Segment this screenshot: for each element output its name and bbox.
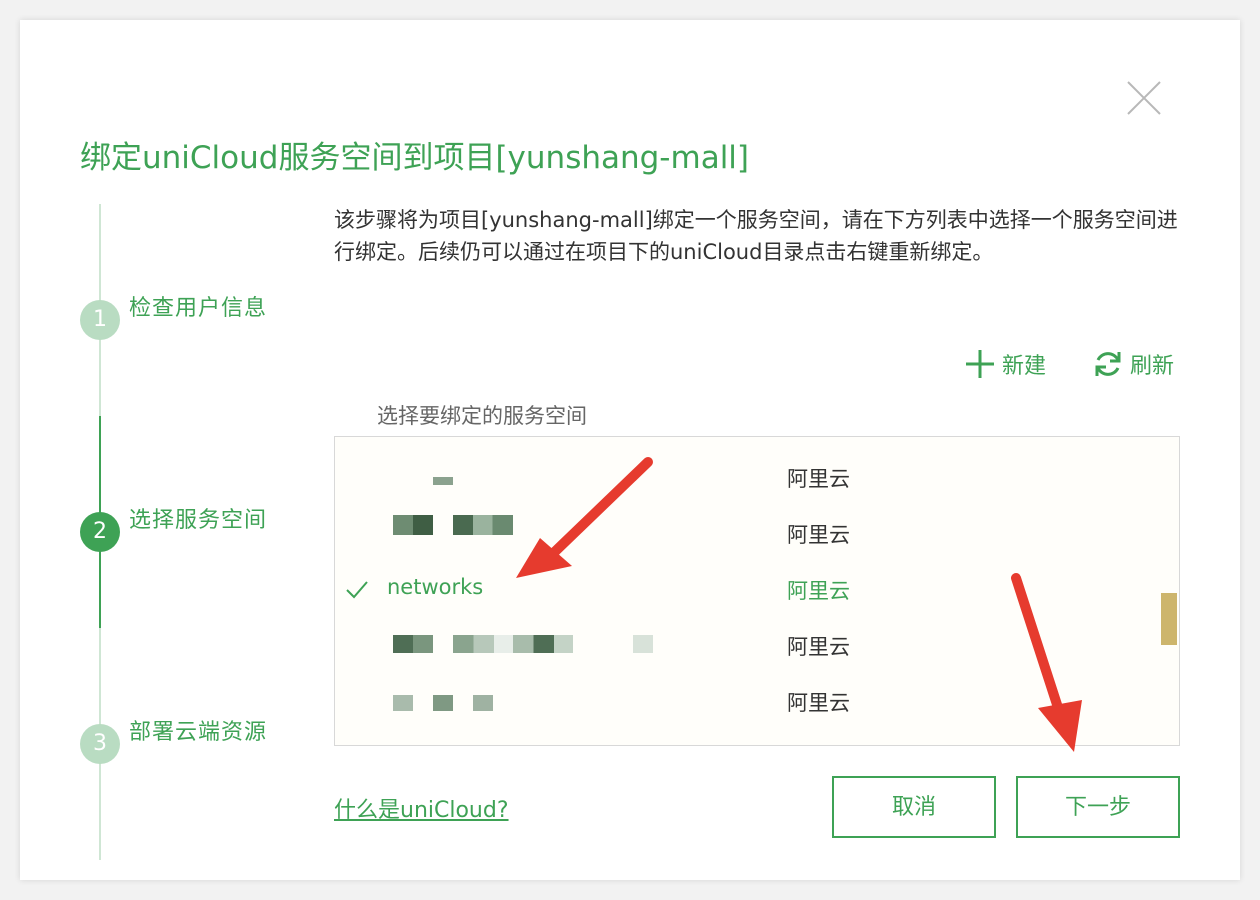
refresh-icon: [1095, 352, 1121, 376]
refresh-label: 刷新: [1130, 354, 1175, 379]
list-item-selected[interactable]: networks 阿里云: [335, 561, 1155, 617]
step-label: 选择服务空间: [129, 508, 268, 533]
what-is-unicloud-link[interactable]: 什么是uniCloud?: [334, 792, 509, 824]
space-provider: 阿里云: [787, 691, 850, 715]
redacted-name: [393, 635, 433, 653]
list-item[interactable]: 阿里云: [335, 617, 1155, 673]
space-provider: 阿里云: [787, 579, 850, 603]
refresh-button[interactable]: 刷新: [1092, 346, 1174, 382]
list-item[interactable]: 阿里云: [335, 673, 1155, 729]
checkmark-icon: [346, 581, 368, 599]
space-list: 阿里云 阿里云 networks 阿里云 阿里云 阿里云: [334, 436, 1180, 746]
next-step-button[interactable]: 下一步: [1016, 776, 1180, 838]
space-provider: 阿里云: [787, 635, 850, 659]
redacted-name: [633, 635, 653, 653]
space-provider: 阿里云: [787, 523, 850, 547]
close-button[interactable]: [1124, 78, 1164, 118]
step-description: 该步骤将为项目[yunshang-mall]绑定一个服务空间，请在下方列表中选择…: [334, 208, 1178, 264]
space-name: networks: [387, 575, 484, 599]
step-number: 3: [80, 724, 120, 764]
redacted-name: [433, 695, 453, 711]
redacted-name: [473, 695, 493, 711]
redacted-name: [393, 695, 413, 711]
list-item[interactable]: 阿里云: [335, 449, 1155, 505]
bind-space-dialog: 绑定uniCloud服务空间到项目[yunshang-mall] 1 检查用户信…: [20, 20, 1240, 880]
list-scrollbar[interactable]: [1161, 593, 1177, 645]
space-provider: 阿里云: [787, 467, 850, 491]
step-label: 检查用户信息: [129, 296, 268, 321]
redacted-name: [453, 635, 573, 653]
step-number: 1: [80, 300, 120, 340]
space-list-label: 选择要绑定的服务空间: [377, 404, 587, 428]
step-number: 2: [80, 512, 120, 552]
redacted-name: [453, 515, 513, 535]
plus-icon: [966, 350, 994, 378]
close-icon: [1127, 81, 1161, 115]
new-space-button[interactable]: 新建: [964, 346, 1046, 382]
cancel-button[interactable]: 取消: [832, 776, 996, 838]
list-item[interactable]: 阿里云: [335, 505, 1155, 561]
redacted-name: [433, 477, 453, 485]
new-space-label: 新建: [1002, 354, 1047, 379]
step-label: 部署云端资源: [129, 720, 268, 745]
redacted-name: [393, 515, 433, 535]
dialog-title: 绑定uniCloud服务空间到项目[yunshang-mall]: [80, 140, 750, 176]
